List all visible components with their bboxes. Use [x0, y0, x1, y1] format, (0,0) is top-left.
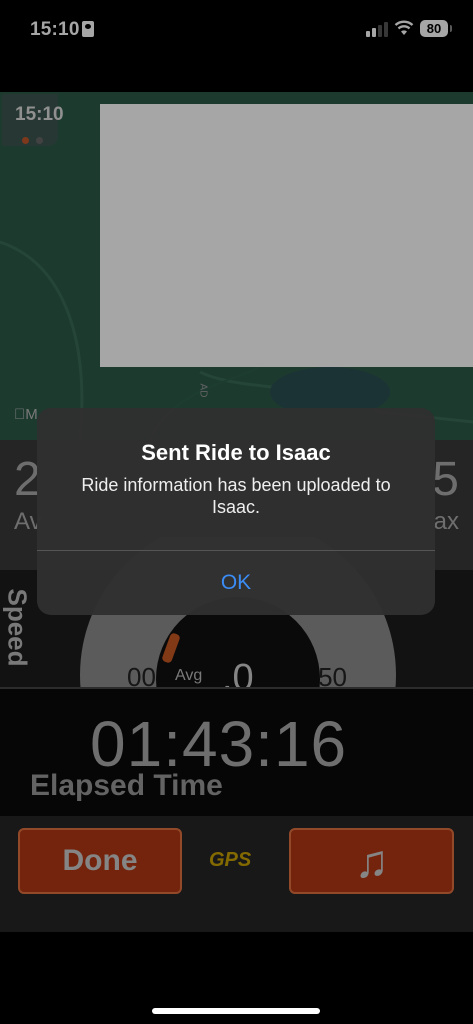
- home-indicator[interactable]: [152, 1008, 320, 1014]
- ok-button[interactable]: OK: [37, 551, 435, 615]
- alert-title: Sent Ride to Isaac: [141, 440, 331, 465]
- alert-message: Ride information has been uploaded to Is…: [81, 475, 391, 517]
- alert-dialog: Sent Ride to Isaac Ride information has …: [37, 408, 435, 615]
